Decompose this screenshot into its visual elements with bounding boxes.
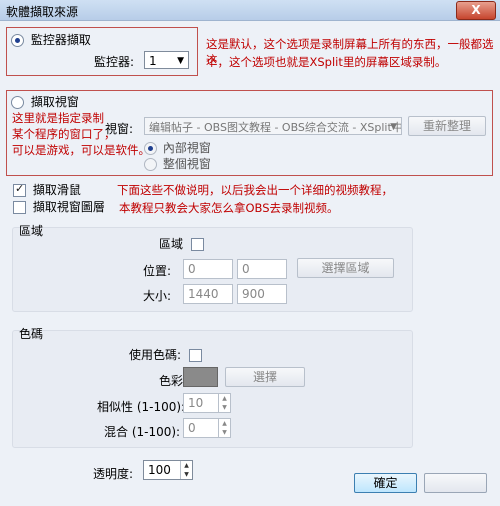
capture-mouse-option[interactable]: 擷取滑鼠 <box>13 181 81 198</box>
color-label: 色彩 <box>159 374 184 388</box>
monitor-value: 1 <box>149 54 157 68</box>
color-swatch[interactable] <box>183 367 218 387</box>
window-note-line: 可以是游戏，可以是软件。 <box>12 143 150 157</box>
position-label: 位置: <box>143 264 172 278</box>
height-input[interactable]: 900 <box>237 284 287 304</box>
title-bar: 軟體擷取來源 X <box>0 0 500 21</box>
options-note-line1: 下面这些不做说明，以后我会出一个详细的视频教程， <box>117 183 393 197</box>
capture-layered-option[interactable]: 擷取視窗圖層 <box>13 198 105 215</box>
region-group-title: 區域 <box>19 224 44 238</box>
size-label: 大小: <box>143 289 172 303</box>
window-title: 軟體擷取來源 <box>6 5 79 19</box>
use-colorkey-checkbox[interactable] <box>188 349 202 362</box>
close-button[interactable]: X <box>456 1 496 20</box>
capture-layered-checkbox[interactable] <box>13 201 26 214</box>
region-label: 區域 <box>159 237 184 251</box>
region-option[interactable]: 區域 <box>159 235 204 252</box>
use-colorkey-label: 使用色碼: <box>129 348 182 362</box>
monitor-capture-radio[interactable] <box>11 34 24 47</box>
position-x-input[interactable]: 0 <box>183 259 233 279</box>
monitor-select[interactable]: 1 ▼ <box>144 51 189 69</box>
colorkey-group-title: 色碼 <box>19 327 44 341</box>
window-label: 視窗: <box>105 122 134 136</box>
full-window-label: 整個視窗 <box>162 157 211 171</box>
window-value: 编辑帖子 - OBS图文教程 - OBS综合交流 - XSplit中文论 <box>149 121 402 134</box>
inner-window-label: 內部視窗 <box>162 141 211 155</box>
dialog-window: 軟體擷取來源 X 監控器擷取 監控器: 1 ▼ 这是默认，这个选项是录制屏幕上所… <box>0 0 500 506</box>
use-colorkey-option[interactable]: 使用色碼: <box>129 346 202 363</box>
inner-window-option[interactable]: 內部視窗 <box>144 139 211 156</box>
chevron-down-icon: ▼ <box>390 122 397 132</box>
capture-layered-label: 擷取視窗圖層 <box>32 200 105 214</box>
opacity-value: 100 <box>148 463 171 477</box>
window-capture-radio[interactable] <box>11 96 24 109</box>
blend-input[interactable]: 0 ▲ ▼ <box>183 418 231 438</box>
similarity-input[interactable]: 10 ▲ ▼ <box>183 393 231 413</box>
monitor-capture-option[interactable]: 監控器擷取 <box>11 31 91 48</box>
similarity-label: 相似性 (1-100): <box>97 400 186 414</box>
region-checkbox[interactable] <box>190 238 204 251</box>
monitor-capture-label: 監控器擷取 <box>30 33 91 47</box>
inner-window-radio[interactable] <box>144 142 157 155</box>
similarity-value: 10 <box>188 396 204 410</box>
choose-color-button[interactable]: 選擇 <box>225 367 305 387</box>
ok-button[interactable]: 確定 <box>354 473 417 493</box>
window-capture-option[interactable]: 擷取視窗 <box>11 93 79 110</box>
monitor-label: 監控器: <box>94 55 135 69</box>
window-select[interactable]: 编辑帖子 - OBS图文教程 - OBS综合交流 - XSplit中文论 ▼ <box>144 117 402 135</box>
full-window-radio[interactable] <box>144 158 157 171</box>
options-note-line2: 本教程只教会大家怎么拿OBS去录制视频。 <box>119 201 339 215</box>
monitor-note-line2: 个，这个选项也就是XSplit里的屏幕区域录制。 <box>206 55 447 69</box>
opacity-input[interactable]: 100 ▲ ▼ <box>143 460 193 480</box>
position-y-input[interactable]: 0 <box>237 259 287 279</box>
blend-value: 0 <box>188 421 196 435</box>
cancel-button[interactable] <box>424 473 487 493</box>
spinner-icon[interactable]: ▲ ▼ <box>218 394 230 412</box>
spinner-icon[interactable]: ▲ ▼ <box>180 461 192 479</box>
refresh-button[interactable]: 重新整理 <box>408 116 486 136</box>
chevron-down-icon: ▼ <box>177 56 184 66</box>
capture-mouse-checkbox[interactable] <box>13 182 26 197</box>
select-region-button[interactable]: 選擇區域 <box>297 258 394 278</box>
spinner-icon[interactable]: ▲ ▼ <box>218 419 230 437</box>
opacity-label: 透明度: <box>93 467 134 481</box>
window-capture-label: 擷取視窗 <box>30 95 79 109</box>
width-input[interactable]: 1440 <box>183 284 233 304</box>
blend-label: 混合 (1-100): <box>104 425 181 439</box>
capture-mouse-label: 擷取滑鼠 <box>32 183 81 197</box>
full-window-option[interactable]: 整個視窗 <box>144 155 211 172</box>
